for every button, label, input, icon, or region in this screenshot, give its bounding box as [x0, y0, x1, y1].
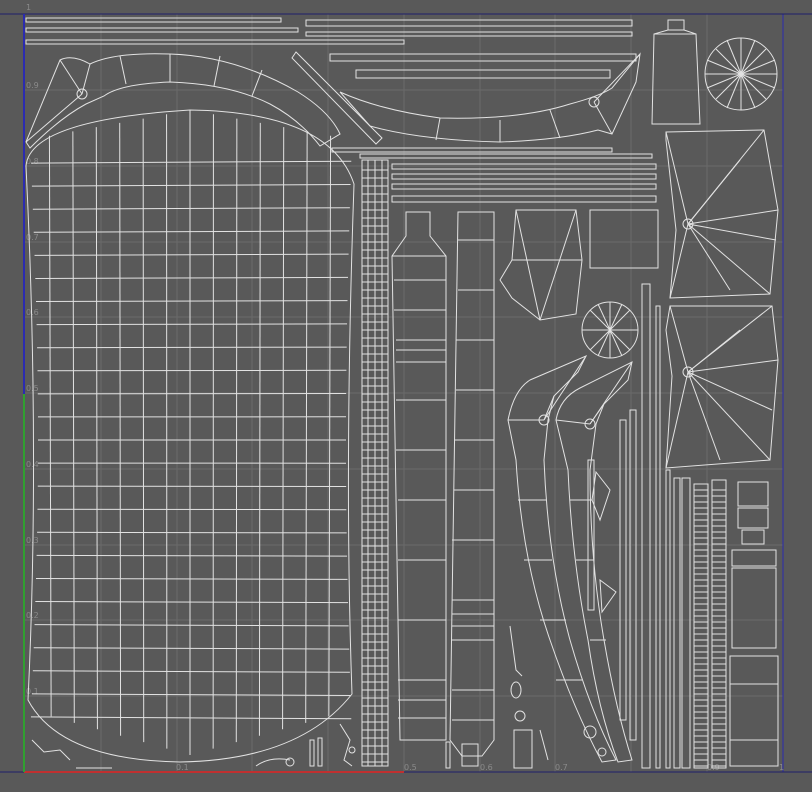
circle-cap-top-island[interactable]	[704, 37, 778, 111]
uv-canvas[interactable]: 1 0.9 0.8 0.7 0.6 0.5 0.4 0.3 0.2 0.1 0.…	[0, 0, 812, 792]
u-tick-label: 0.1	[176, 763, 189, 772]
v-tick-label: 0.9	[26, 81, 39, 90]
cup-shape-island[interactable]	[499, 209, 583, 321]
cloth-panel-island[interactable]	[25, 109, 355, 763]
top-strips[interactable]	[25, 17, 657, 203]
curved-arm-top-right[interactable]	[339, 52, 641, 143]
circle-cap-mid-island[interactable]	[581, 301, 639, 359]
v-tick-label: 0.6	[26, 308, 39, 317]
v-tick-label: 1	[26, 3, 31, 12]
grid	[24, 14, 783, 772]
strap-vertical-island[interactable]	[361, 159, 389, 767]
v-tick-label: 0.4	[26, 460, 39, 469]
stacked-boxes-right[interactable]	[729, 481, 779, 767]
bottle-shape-island[interactable]	[651, 19, 701, 125]
vertical-strips-right[interactable]	[587, 283, 727, 769]
u-tick-label: 0.6	[480, 763, 493, 772]
u-tick-label: 0.5	[404, 763, 417, 772]
leg-panel-b-island[interactable]	[449, 211, 495, 757]
v-tick-label: 0.3	[26, 536, 39, 545]
v-tick-label: 0.2	[26, 611, 39, 620]
small-box-island[interactable]	[589, 209, 659, 269]
u-tick-label: 1	[779, 763, 784, 772]
v-tick-label: 0.5	[26, 384, 39, 393]
v-tick-label: 0.7	[26, 233, 39, 242]
u-tick-label: 0.7	[555, 763, 568, 772]
uv-editor-viewport[interactable]: 1 0.9 0.8 0.7 0.6 0.5 0.4 0.3 0.2 0.1 0.…	[0, 0, 812, 792]
u-tick-labels: 0.1 0.5 0.6 0.7 0.9 1	[176, 763, 784, 772]
fan-island-bottom[interactable]	[665, 305, 779, 469]
leg-panel-a-island[interactable]	[391, 211, 447, 741]
fan-island-top[interactable]	[665, 129, 779, 299]
